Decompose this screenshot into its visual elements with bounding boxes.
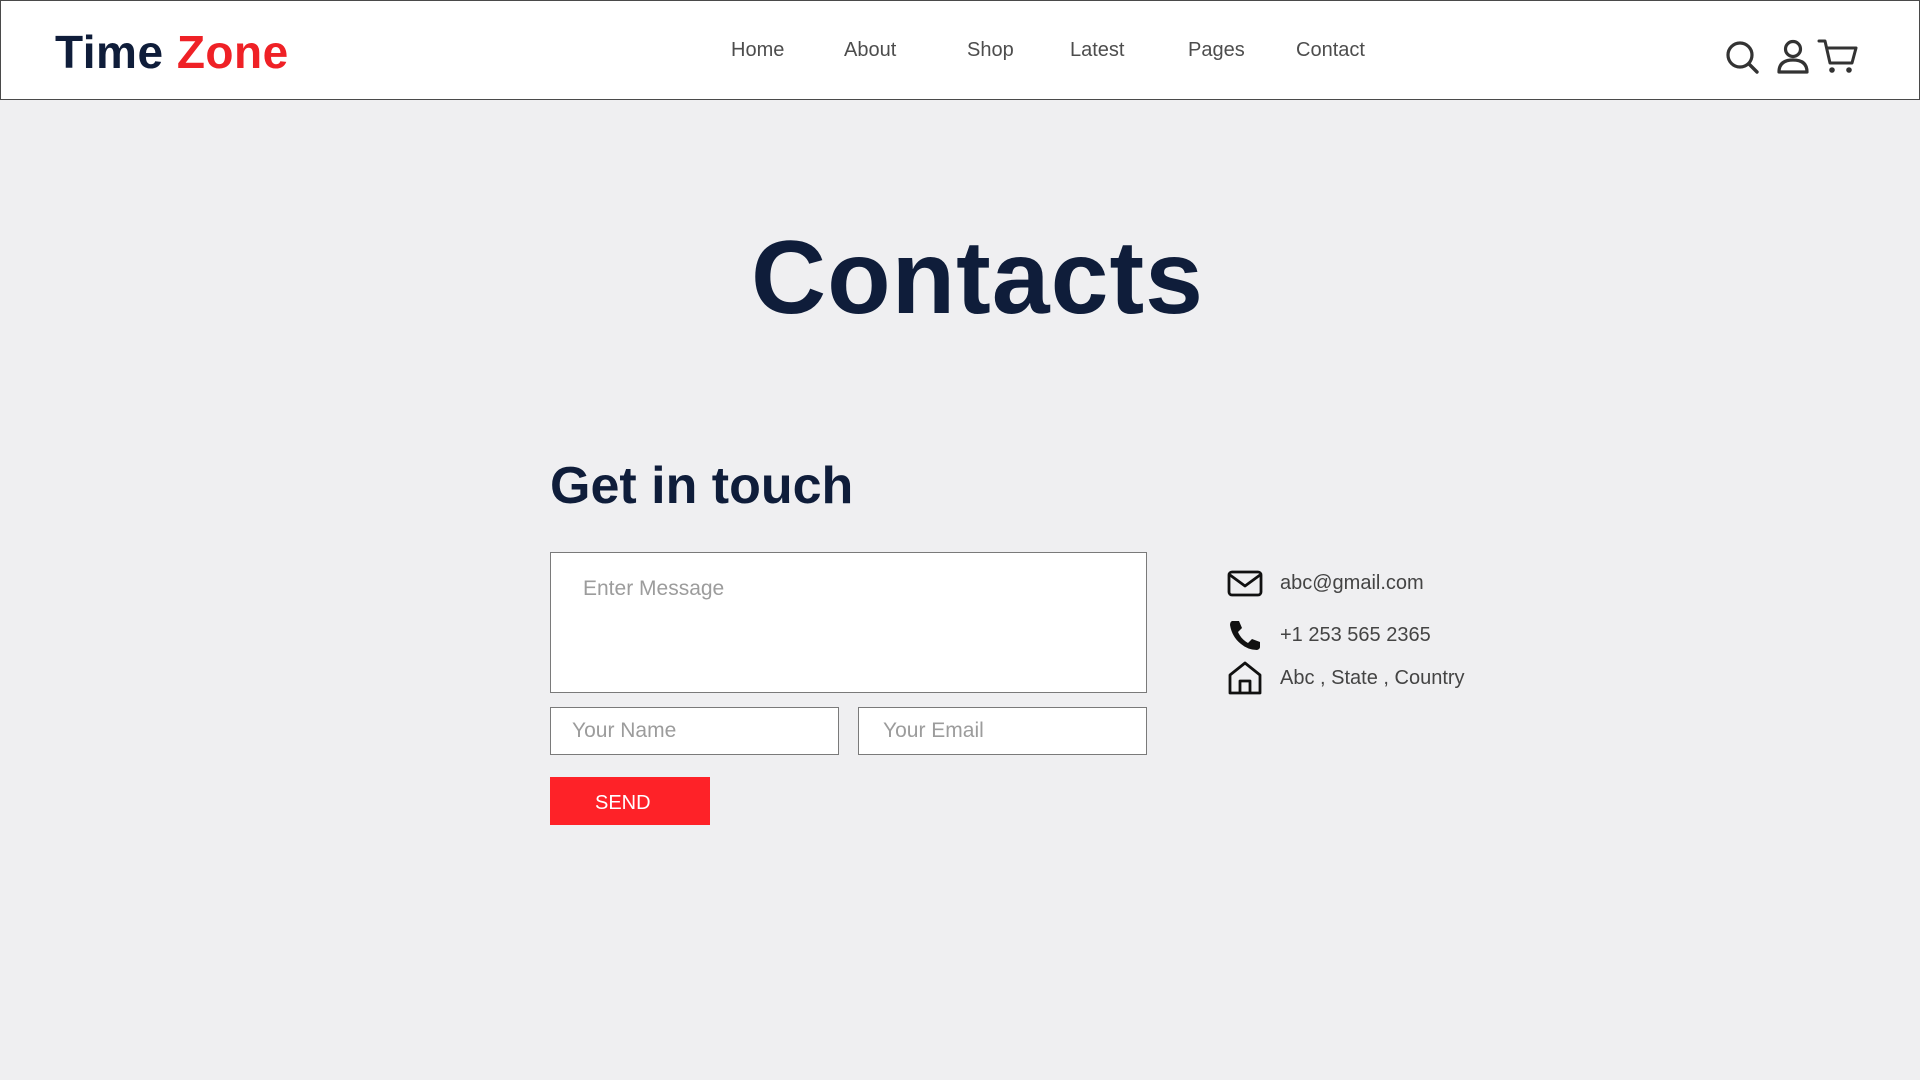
message-field[interactable]: [550, 552, 1147, 693]
email-field[interactable]: [858, 707, 1147, 755]
mail-icon: [1226, 565, 1264, 601]
name-field[interactable]: [550, 707, 839, 755]
send-button[interactable]: SEND: [550, 777, 710, 825]
user-icon[interactable]: [1773, 37, 1813, 77]
page-title: Contacts: [751, 220, 1204, 336]
top-header: Time Zone Home About Shop Latest Pages C…: [0, 0, 1920, 100]
nav-item-contact[interactable]: Contact: [1296, 37, 1365, 63]
phone-icon: [1226, 617, 1264, 653]
main-nav: Home About Shop Latest Pages Contact: [1, 37, 1919, 63]
contact-email-text[interactable]: abc@gmail.com: [1280, 570, 1424, 596]
nav-item-pages[interactable]: Pages: [1188, 37, 1245, 63]
nav-item-shop[interactable]: Shop: [967, 37, 1014, 63]
contact-address-text: Abc , State , Country: [1280, 667, 1465, 689]
form-title: Get in touch: [550, 457, 854, 515]
contact-phone-text[interactable]: +1 253 565 2365: [1280, 622, 1431, 648]
nav-item-latest[interactable]: Latest: [1070, 37, 1124, 63]
cart-icon[interactable]: [1817, 37, 1859, 77]
nav-item-about[interactable]: About: [844, 37, 896, 63]
home-icon: [1226, 660, 1264, 696]
search-icon[interactable]: [1723, 37, 1763, 77]
nav-item-home[interactable]: Home: [731, 37, 784, 63]
